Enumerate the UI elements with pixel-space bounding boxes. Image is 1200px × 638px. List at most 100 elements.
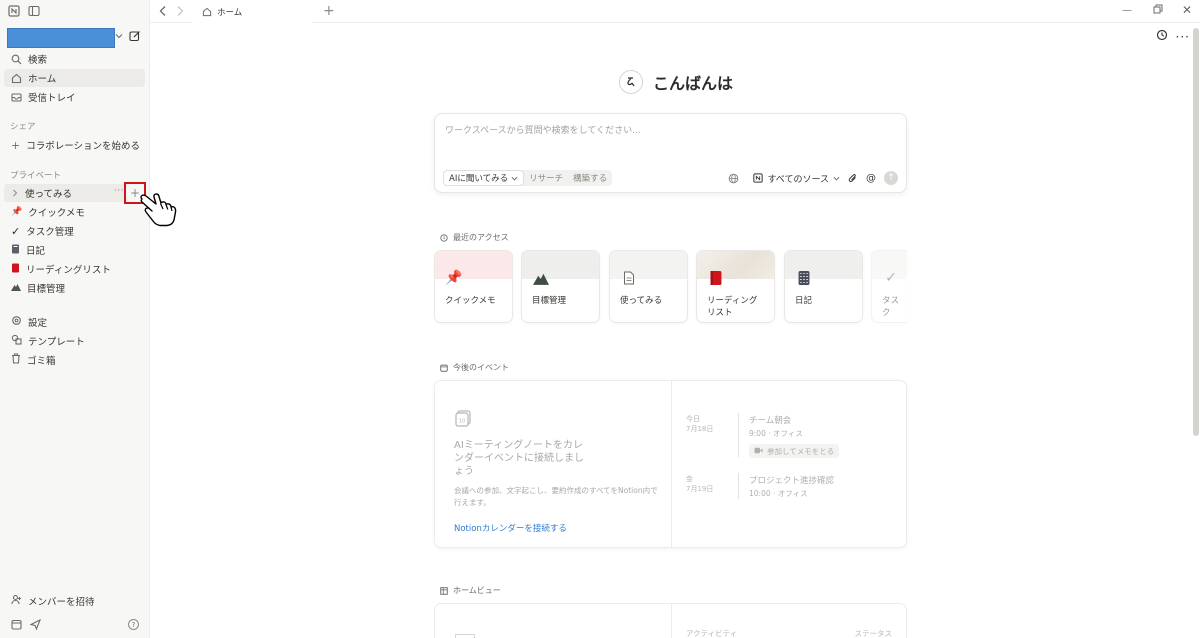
homeview-section-title: ホームビュー — [440, 585, 501, 596]
sidebar-item-goal[interactable]: 目標管理 — [4, 279, 145, 297]
new-tab-button[interactable]: + — [323, 3, 335, 19]
more-menu-icon[interactable]: ··· — [1176, 30, 1190, 44]
sidebar-item-task[interactable]: ✓ タスク管理 — [4, 222, 145, 240]
sidebar-item-label: テンプレート — [28, 337, 85, 348]
card-title: 日記 — [795, 296, 813, 306]
sidebar-item-search[interactable]: 検索 — [4, 50, 145, 68]
sidebar-item-label: 使ってみる — [25, 189, 73, 200]
globe-icon[interactable] — [728, 173, 739, 184]
sidebar-item-quick-memo[interactable]: 📌 クイックメモ — [4, 203, 145, 221]
recent-card-diary[interactable]: 日記 — [784, 250, 863, 323]
events-divider — [671, 381, 672, 547]
sidebar-item-label: 日記 — [26, 246, 46, 257]
card-title: 目標管理 — [532, 296, 567, 306]
sidebar-item-diary[interactable]: 日記 — [4, 241, 145, 259]
help-icon[interactable]: ? — [128, 619, 139, 630]
notion-logo-icon — [753, 173, 764, 183]
search-icon — [11, 54, 22, 65]
sidebar-item-inbox[interactable]: 受信トレイ — [4, 88, 145, 106]
mode-ask-ai[interactable]: AIに聞いてみる — [443, 170, 525, 186]
sidebar-item-label: クイックメモ — [28, 208, 85, 219]
section-label: 今後のイベント — [453, 363, 509, 372]
calendar-app-icon[interactable] — [11, 619, 22, 630]
sidebar-item-label: リーディングリスト — [26, 265, 111, 276]
clock-icon — [440, 233, 448, 242]
recent-card-quick-memo[interactable]: 📌 クイックメモ — [434, 250, 513, 323]
ask-mode-selector: AIに聞いてみる リサーチ 構築する — [443, 170, 613, 186]
mode-build[interactable]: 構築する — [568, 172, 612, 184]
ask-input-placeholder[interactable]: ワークスペースから質問や検索をしてください... — [445, 123, 641, 136]
source-label: すべてのソース — [767, 174, 829, 185]
trash-icon — [11, 353, 21, 367]
event-day-label: 金 — [686, 475, 693, 483]
sidebar-item-home[interactable]: ホーム — [4, 69, 145, 87]
sidebar-item-collaborate[interactable]: + コラボレーションを始める — [4, 136, 145, 154]
events-panel: 10 AIミーティングノートをカレンダーイベントに接続しましょう 会議への参加、… — [434, 380, 907, 548]
history-clock-icon[interactable] — [1156, 29, 1168, 41]
chevron-right-icon[interactable] — [11, 189, 19, 197]
sidebar-item-reading-list[interactable]: リーディングリスト — [4, 260, 145, 278]
event-day: 今日 7月18日 — [686, 414, 713, 434]
mention-icon[interactable]: @ — [866, 173, 876, 184]
sidebar-item-label: 目標管理 — [27, 284, 66, 295]
back-arrow-icon[interactable] — [158, 5, 168, 17]
scrollbar[interactable] — [1193, 28, 1199, 436]
event-bar — [738, 473, 739, 499]
invite-members-icon — [11, 594, 22, 608]
more-options-button[interactable]: ··· — [114, 186, 124, 196]
recent-card-reading-list[interactable]: リーディング リスト — [696, 250, 775, 323]
pointer-hand-icon — [138, 189, 182, 232]
restore-icon[interactable] — [1153, 4, 1163, 14]
sidebar-top-icons — [8, 5, 40, 17]
book-icon — [707, 269, 725, 287]
section-share-label: シェア — [10, 122, 36, 132]
forward-arrow-icon[interactable] — [175, 5, 185, 17]
event-name[interactable]: チーム朝会 — [749, 414, 791, 426]
workspace-switcher[interactable] — [7, 28, 115, 48]
sidebar-item-label: メンバーを招待 — [28, 597, 95, 608]
sidebar-toggle-icon[interactable] — [28, 5, 40, 17]
sidebar-item-templates[interactable]: テンプレート — [4, 332, 145, 350]
event-day-label: 今日 — [686, 415, 700, 423]
mountain-icon — [532, 269, 550, 287]
homeview-divider — [671, 604, 672, 638]
chevron-down-icon[interactable] — [115, 32, 123, 40]
sidebar-item-settings[interactable]: 設定 — [4, 313, 145, 331]
card-title-line: リーディング — [707, 296, 758, 306]
event-bar — [738, 413, 739, 457]
event-name[interactable]: プロジェクト進捗確認 — [749, 474, 834, 486]
video-icon — [754, 447, 763, 456]
source-selector[interactable]: すべてのソース — [753, 172, 840, 185]
book-icon — [11, 263, 20, 276]
recent-card-goal[interactable]: 目標管理 — [521, 250, 600, 323]
join-take-notes-button[interactable]: 参加してメモをとる — [749, 444, 840, 458]
send-button[interactable]: ↑ — [884, 171, 898, 185]
sidebar-item-invite[interactable]: メンバーを招待 — [4, 592, 145, 610]
minimize-icon[interactable]: — — [1122, 5, 1132, 16]
plus-icon: + — [11, 138, 21, 152]
check-icon: ✓ — [885, 270, 897, 286]
connect-calendar-link[interactable]: Notionカレンダーを接続する — [454, 522, 567, 534]
pin-icon: 📌 — [11, 207, 23, 217]
greeting: こんばんは — [619, 70, 733, 94]
greeting-text: こんばんは — [653, 74, 734, 93]
card-title: 使ってみる — [620, 296, 663, 306]
sidebar-item-label: タスク管理 — [26, 227, 74, 238]
close-icon[interactable]: ✕ — [1182, 3, 1192, 17]
sidebar-item-trash[interactable]: ゴミ箱 — [4, 351, 145, 369]
tab-home[interactable]: ホーム — [192, 0, 312, 23]
recent-section-title: 最近のアクセス — [440, 232, 509, 243]
send-icon[interactable] — [30, 619, 41, 630]
chevron-down-icon — [833, 175, 840, 182]
ai-ask-box[interactable]: ワークスペースから質問や検索をしてください... AIに聞いてみる リサーチ 構… — [434, 113, 907, 193]
recent-card-getting-started[interactable]: 使ってみる — [609, 250, 688, 323]
event-time: 9:00 · オフィス — [749, 429, 803, 438]
attachment-icon[interactable] — [848, 173, 858, 184]
notion-logo-icon[interactable] — [8, 5, 20, 17]
ask-toolbar-right: すべてのソース @ ↑ — [728, 171, 898, 185]
new-page-icon[interactable] — [129, 30, 141, 42]
top-bar: ホーム + — ✕ — [150, 0, 1200, 23]
inbox-icon — [11, 92, 22, 103]
mode-research[interactable]: リサーチ — [524, 172, 568, 184]
recent-card-task[interactable]: ✓ タスク — [871, 250, 907, 323]
